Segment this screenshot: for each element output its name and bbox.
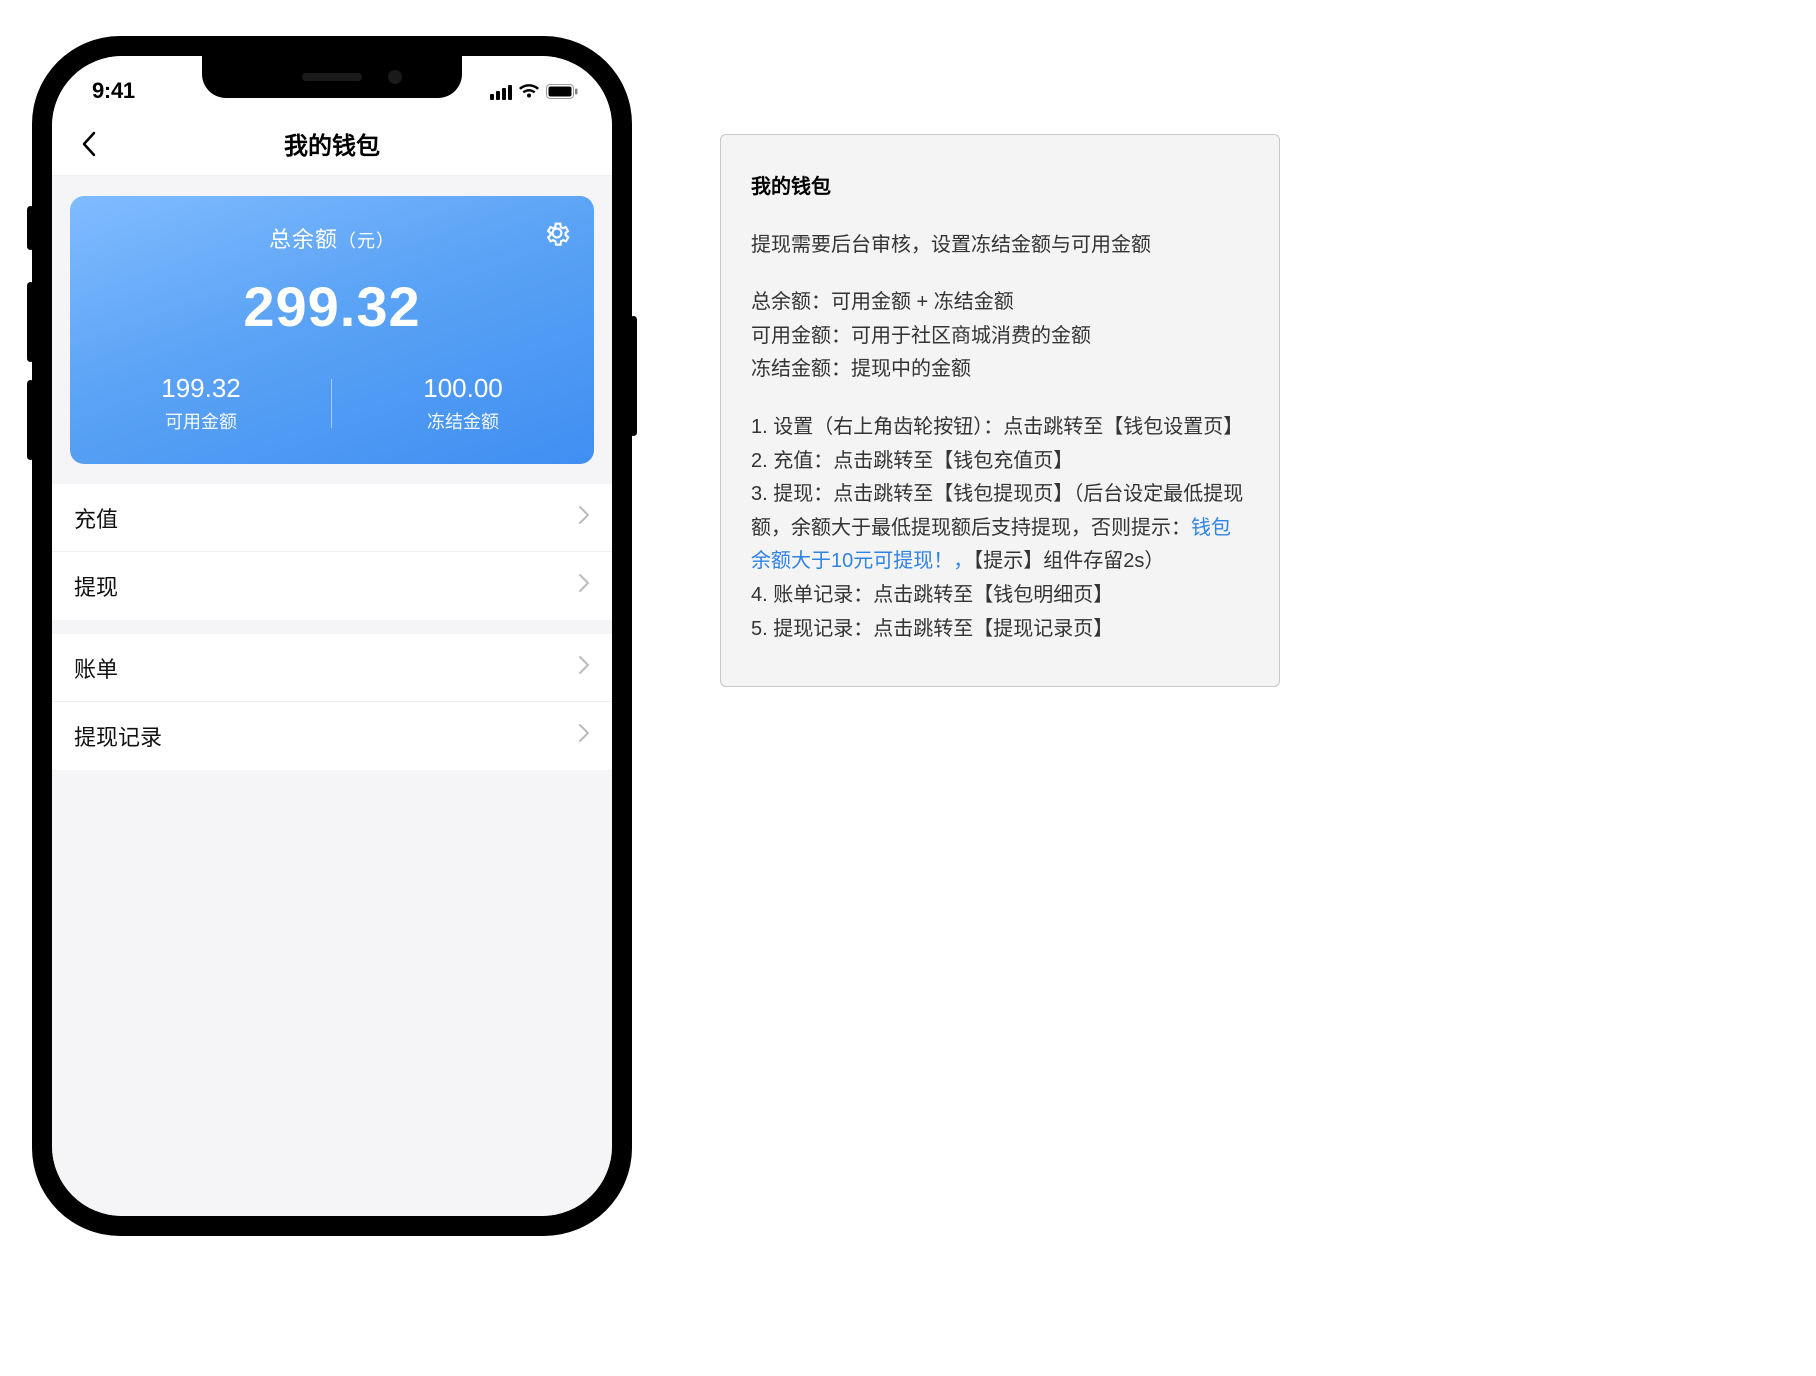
note-item-1: 1. 设置（右上角齿轮按钮）：点击跳转至【钱包设置页】 [751, 411, 1249, 445]
menu-recharge[interactable]: 充值 [52, 484, 612, 552]
menu-item-label: 提现记录 [74, 720, 162, 752]
settings-button[interactable] [542, 218, 572, 248]
camera-icon [388, 70, 402, 84]
note-item-5: 5. 提现记录：点击跳转至【提现记录页】 [751, 613, 1249, 647]
phone-vol-up [27, 282, 34, 362]
page-title: 我的钱包 [284, 126, 380, 161]
phone-vol-down [27, 380, 34, 460]
balance-card: 总余额（元） 299.32 199.32 可用金额 100.00 冻结金额 [70, 196, 594, 464]
nav-bar: 我的钱包 [52, 112, 612, 176]
chevron-left-icon [81, 131, 97, 157]
balance-amount: 299.32 [70, 274, 594, 339]
phone-notch [202, 56, 462, 98]
chevron-right-icon [578, 655, 590, 681]
spacer [751, 387, 1249, 411]
note-items: 1. 设置（右上角齿轮按钮）：点击跳转至【钱包设置页】 2. 充值：点击跳转至【… [751, 411, 1249, 646]
note-def-available: 可用金额：可用于社区商城消费的金额 [751, 320, 1249, 354]
status-indicators [488, 82, 578, 100]
note-item-3a: 3. 提现：点击跳转至【钱包提现页】（后台设定最低提现额，余额大于最低提现额后支… [751, 483, 1243, 539]
phone-inner: 9:41 我的钱包 [46, 50, 618, 1222]
phone-screen: 9:41 我的钱包 [52, 56, 612, 1216]
note-def-frozen: 冻结金额：提现中的金额 [751, 353, 1249, 387]
phone-silence-switch [27, 206, 34, 250]
page-content: 总余额（元） 299.32 199.32 可用金额 100.00 冻结金额 [52, 176, 612, 1216]
note-item-3: 3. 提现：点击跳转至【钱包提现页】（后台设定最低提现额，余额大于最低提现额后支… [751, 478, 1249, 579]
menu-bill[interactable]: 账单 [52, 634, 612, 702]
status-time: 9:41 [92, 78, 135, 104]
balance-title: 总余额 [269, 227, 338, 252]
phone-frame: 9:41 我的钱包 [32, 36, 632, 1236]
available-value: 199.32 [70, 373, 332, 404]
chevron-right-icon [578, 723, 590, 749]
note-item-3b: 【提示】组件存留2s） [973, 550, 1164, 572]
chevron-right-icon [578, 505, 590, 531]
note-title: 我的钱包 [751, 171, 1249, 205]
available-label: 可用金额 [70, 408, 332, 434]
wifi-icon [518, 83, 540, 99]
balance-unit: （元） [338, 231, 395, 251]
menu-item-label: 提现 [74, 570, 118, 602]
back-button[interactable] [74, 129, 104, 159]
menu-item-label: 账单 [74, 652, 118, 684]
menu-item-label: 充值 [74, 502, 118, 534]
chevron-right-icon [578, 573, 590, 599]
signal-icon [488, 82, 512, 100]
doc-note: 我的钱包 提现需要后台审核，设置冻结金额与可用金额 总余额：可用金额 + 冻结金… [720, 134, 1280, 687]
frozen-value: 100.00 [332, 373, 594, 404]
note-definitions: 总余额：可用金额 + 冻结金额 可用金额：可用于社区商城消费的金额 冻结金额：提… [751, 286, 1249, 387]
menu-group-2: 账单 提现记录 [52, 634, 612, 770]
menu-withdraw-history[interactable]: 提现记录 [52, 702, 612, 770]
note-def-total: 总余额：可用金额 + 冻结金额 [751, 286, 1249, 320]
available-col: 199.32 可用金额 [70, 373, 332, 434]
battery-icon [546, 84, 578, 99]
phone-power-button [630, 316, 637, 436]
note-intro: 提现需要后台审核，设置冻结金额与可用金额 [751, 229, 1249, 263]
note-item-4: 4. 账单记录：点击跳转至【钱包明细页】 [751, 579, 1249, 613]
menu-group-1: 充值 提现 [52, 484, 612, 620]
speaker-icon [302, 73, 362, 81]
menu-withdraw[interactable]: 提现 [52, 552, 612, 620]
balance-title-row: 总余额（元） [70, 222, 594, 254]
gear-icon [543, 219, 571, 247]
note-item-2: 2. 充值：点击跳转至【钱包充值页】 [751, 445, 1249, 479]
frozen-label: 冻结金额 [332, 408, 594, 434]
frozen-col: 100.00 冻结金额 [332, 373, 594, 434]
balance-split: 199.32 可用金额 100.00 冻结金额 [70, 373, 594, 434]
